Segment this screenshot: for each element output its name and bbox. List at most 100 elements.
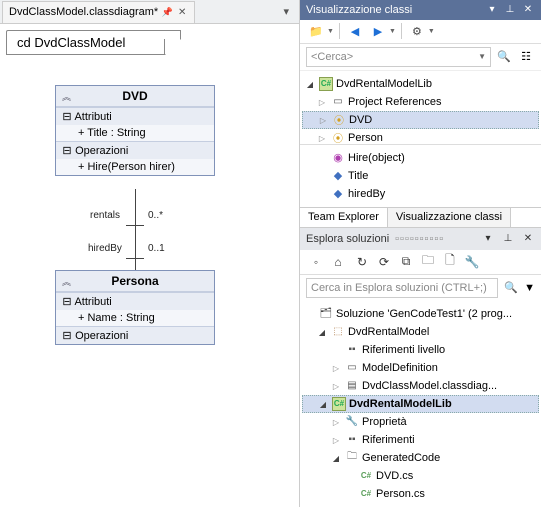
attributes-section[interactable]: ⊟ Attributi <box>56 107 214 125</box>
back-button[interactable]: ◀ <box>345 21 365 41</box>
field-icon: ◆ <box>331 187 345 201</box>
class-box-dvd[interactable]: ︽ DVD ⊟ Attributi + Title : String ⊟ Ope… <box>55 85 215 176</box>
window-menu-icon[interactable]: ▾ <box>485 4 499 15</box>
window-menu-icon[interactable]: ▾ <box>481 233 495 244</box>
tree-node-classdiagram[interactable]: ▤DvdClassModel.classdiag... <box>302 377 539 395</box>
collapse-chevron-icon[interactable]: ︽ <box>62 90 69 103</box>
settings-button[interactable]: ⚙ <box>407 21 427 41</box>
solution-explorer-header[interactable]: Esplora soluzioni ▫▫▫▫▫▫▫▫▫▫ ▾ ⊥ ✕ <box>300 228 541 250</box>
forward-button[interactable]: ▶ <box>368 21 388 41</box>
separator <box>401 23 402 39</box>
classview-header[interactable]: Visualizzazione classi ▾ ⊥ ✕ <box>300 0 541 20</box>
collapse-chevron-icon[interactable]: ︽ <box>62 275 69 288</box>
dropdown-icon[interactable]: ▼ <box>524 282 535 294</box>
tree-node-project[interactable]: C#DvdRentalModelLib <box>302 75 539 93</box>
expander-icon[interactable] <box>316 327 328 337</box>
expander-icon[interactable] <box>330 381 342 391</box>
pin-icon[interactable]: ⊥ <box>503 4 517 15</box>
node-label: Person <box>348 132 383 144</box>
close-icon[interactable]: ✕ <box>176 6 188 18</box>
member-row-field[interactable]: ◆hiredBy <box>302 185 539 203</box>
tree-node-project-model[interactable]: ⬚DvdRentalModel <box>302 323 539 341</box>
tree-node-refs[interactable]: ▭Project References <box>302 93 539 111</box>
tree-node-properties[interactable]: 🔧Proprietà <box>302 413 539 431</box>
tab-overflow-dropdown[interactable]: ▾ <box>279 3 293 20</box>
home-button[interactable]: ⌂ <box>328 252 348 272</box>
expander-icon[interactable] <box>330 417 342 427</box>
section-label: Attributi <box>74 111 111 123</box>
dropdown-icon[interactable]: ▼ <box>389 28 396 35</box>
expander-icon[interactable] <box>330 435 342 445</box>
assoc-mult-rentals[interactable]: 0..* <box>148 210 163 221</box>
toggle-icon[interactable]: ⊟ <box>62 329 72 342</box>
tree-node-layer-refs[interactable]: ▪▪Riferimenti livello <box>302 341 539 359</box>
search-button[interactable]: 🔍 <box>495 48 513 66</box>
sync-button[interactable]: ↻ <box>352 252 372 272</box>
tree-node-solution[interactable]: 🗂Soluzione 'GenCodeTest1' (2 prog... <box>302 305 539 323</box>
attribute-row[interactable]: + Name : String <box>56 310 214 326</box>
tree-node-references[interactable]: ▪▪Riferimenti <box>302 431 539 449</box>
toggle-icon[interactable]: ⊟ <box>62 295 72 308</box>
solution-search-row: Cerca in Esplora soluzioni (CTRL+;) 🔍 ▼ <box>300 275 541 301</box>
solution-search-input[interactable]: Cerca in Esplora soluzioni (CTRL+;) <box>306 278 498 298</box>
assoc-role-rentals[interactable]: rentals <box>90 210 120 221</box>
tree-node-person[interactable]: ⦿Person <box>302 129 539 144</box>
expander-icon[interactable] <box>316 97 328 107</box>
dropdown-icon[interactable]: ▼ <box>478 52 486 61</box>
expander-icon[interactable] <box>317 399 329 409</box>
class-icon: ⦿ <box>332 113 346 127</box>
close-icon[interactable]: ✕ <box>521 233 535 244</box>
back-button[interactable]: ◦ <box>306 252 326 272</box>
tree-node-generatedcode[interactable]: 🗀GeneratedCode <box>302 449 539 467</box>
expander-icon[interactable] <box>317 115 329 125</box>
tree-node-dvd[interactable]: ⦿DVD <box>302 111 539 129</box>
attribute-row[interactable]: + Title : String <box>56 125 214 141</box>
class-header[interactable]: ︽ Persona <box>56 271 214 292</box>
node-label: DvdRentalModelLib <box>336 78 432 90</box>
assoc-mult-hiredby[interactable]: 0..1 <box>148 243 165 254</box>
tree-node-file-person[interactable]: C#Person.cs <box>302 485 539 503</box>
close-icon[interactable]: ✕ <box>521 4 535 15</box>
search-options-button[interactable]: ☷ <box>517 48 535 66</box>
search-placeholder: <Cerca> <box>311 51 353 63</box>
tab-team-explorer[interactable]: Team Explorer <box>300 208 388 227</box>
classview-search-input[interactable]: <Cerca> ▼ <box>306 47 491 67</box>
member-label: hiredBy <box>348 188 385 200</box>
refresh-button[interactable]: ⟳ <box>374 252 394 272</box>
pin-icon[interactable]: 📌 <box>162 7 172 17</box>
class-header[interactable]: ︽ DVD <box>56 86 214 107</box>
document-tab[interactable]: DvdClassModel.classdiagram* 📌 ✕ <box>2 1 195 23</box>
dropdown-icon[interactable]: ▼ <box>428 28 435 35</box>
assoc-role-hiredby[interactable]: hiredBy <box>88 243 122 254</box>
dropdown-icon[interactable]: ▼ <box>327 28 334 35</box>
toggle-icon[interactable]: ⊟ <box>62 110 72 123</box>
tab-class-view[interactable]: Visualizzazione classi <box>388 208 511 227</box>
toggle-icon[interactable]: ⊟ <box>62 144 72 157</box>
tree-node-project-lib[interactable]: C#DvdRentalModelLib <box>302 395 539 413</box>
search-button[interactable]: 🔍 <box>502 279 520 297</box>
class-box-persona[interactable]: ︽ Persona ⊟ Attributi + Name : String ⊟ … <box>55 270 215 345</box>
layer-refs-icon: ▪▪ <box>345 343 359 357</box>
expander-icon[interactable] <box>304 79 316 89</box>
tree-node-file-dvd[interactable]: C#DVD.cs <box>302 467 539 485</box>
classview-tabstrip: Team Explorer Visualizzazione classi <box>300 207 541 227</box>
member-row-property[interactable]: ◆Title <box>302 167 539 185</box>
new-folder-button[interactable]: 📁 <box>306 21 326 41</box>
pin-icon[interactable]: ⊥ <box>501 233 515 244</box>
member-row-method[interactable]: ◉Hire(object) <box>302 149 539 167</box>
operations-section[interactable]: ⊟ Operazioni <box>56 141 214 159</box>
tree-node-modeldef[interactable]: ▭ModelDefinition <box>302 359 539 377</box>
diagram-canvas[interactable]: ︽ DVD ⊟ Attributi + Title : String ⊟ Ope… <box>0 55 299 502</box>
operations-section[interactable]: ⊟ Operazioni <box>56 326 214 344</box>
properties-button[interactable]: 🔧 <box>462 252 482 272</box>
collapse-all-button[interactable]: ⧉ <box>396 252 416 272</box>
csharp-project-icon: C# <box>319 77 333 91</box>
classview-toolbar: 📁▼ ◀ ▶▼ ⚙▼ <box>300 20 541 44</box>
operation-row[interactable]: + Hire(Person hirer) <box>56 159 214 175</box>
expander-icon[interactable] <box>330 453 342 463</box>
expander-icon[interactable] <box>316 133 328 143</box>
preview-button[interactable]: 🗋 <box>440 252 460 272</box>
show-all-files-button[interactable]: 🗀 <box>418 252 438 272</box>
expander-icon[interactable] <box>330 363 342 373</box>
attributes-section[interactable]: ⊟ Attributi <box>56 292 214 310</box>
